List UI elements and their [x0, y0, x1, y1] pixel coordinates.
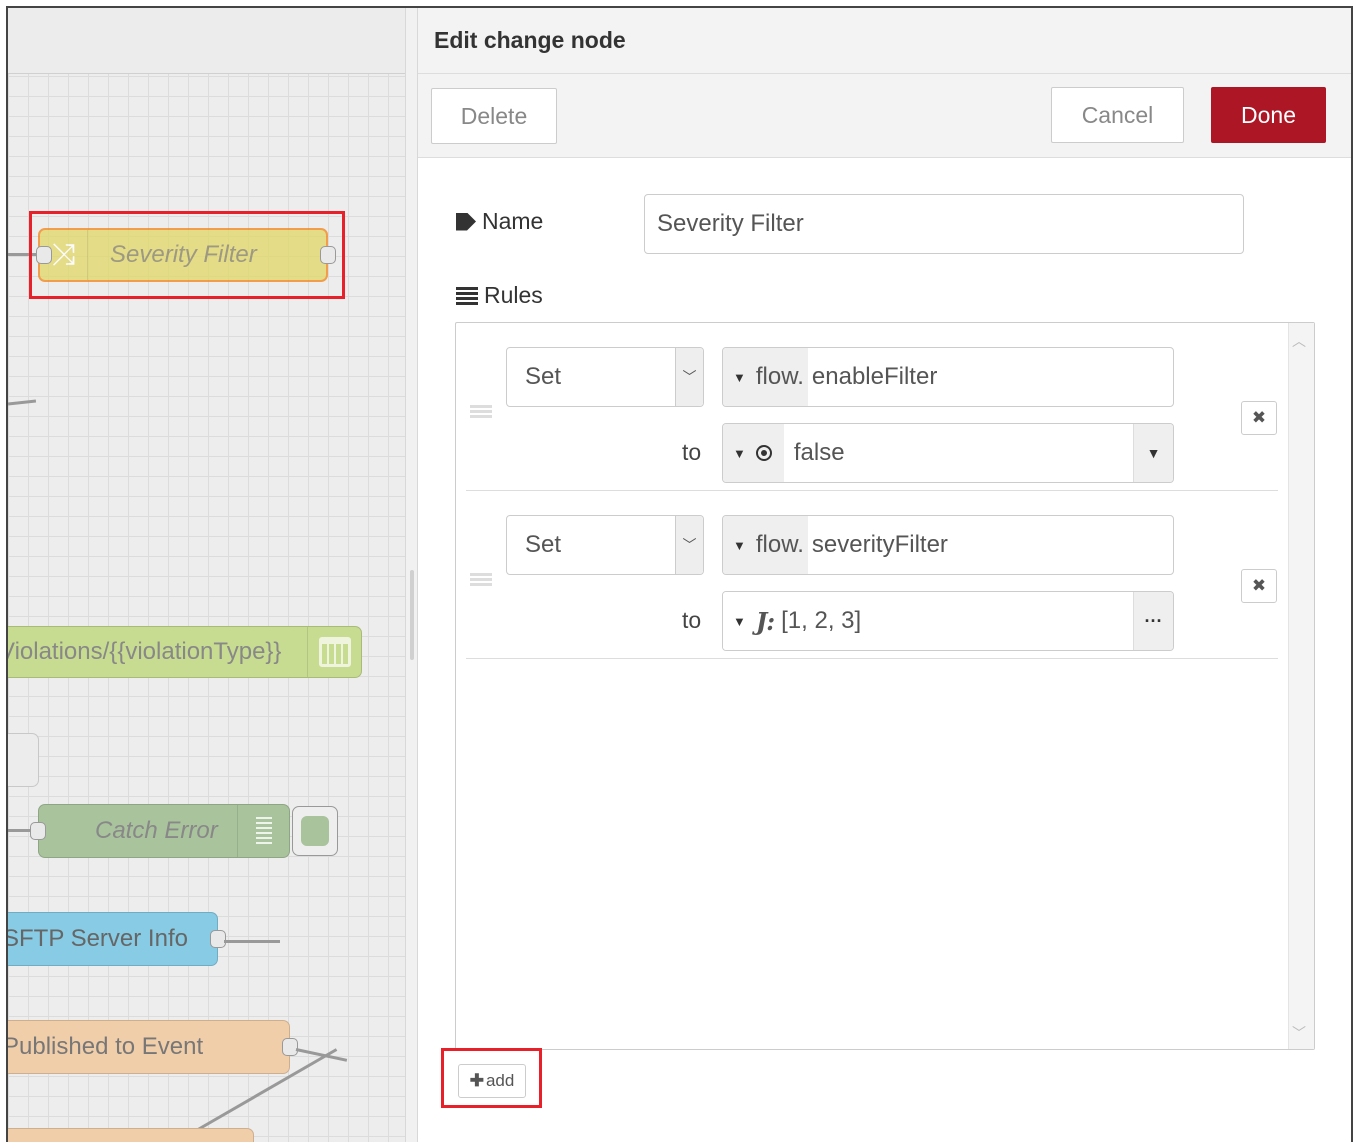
node-label: Catch Error [95, 817, 218, 844]
tray-title: Edit change node [418, 8, 1351, 74]
caret-down-icon: ▼ [733, 445, 746, 461]
node-partial[interactable] [8, 1128, 254, 1142]
target-value: enableFilter [811, 363, 938, 390]
scrollbar[interactable]: ︿ ﹀ [1288, 323, 1314, 1049]
rule-value-input[interactable]: ▼ false ▼ [722, 423, 1174, 483]
tag-icon [456, 212, 476, 231]
calendar-icon [307, 627, 361, 677]
done-button[interactable]: Done [1211, 87, 1326, 143]
name-input[interactable] [644, 194, 1244, 254]
node-label: Published to Event [8, 1033, 204, 1060]
target-value: severityFilter [811, 531, 948, 558]
rules-label: Rules [456, 282, 543, 309]
rule-value: false [793, 439, 845, 466]
tray-toolbar: Delete Cancel Done [418, 74, 1351, 158]
rule-row: Set ﹀ ▼ flow. enableFilter to ▼ false ▼ … [466, 323, 1278, 491]
rule-row: Set ﹀ ▼ flow. severityFilter to ▼ J: [1,… [466, 491, 1278, 659]
output-port[interactable] [210, 930, 226, 948]
canvas-header [8, 8, 405, 74]
divider-handle[interactable] [410, 570, 414, 660]
debug-toggle-button[interactable] [292, 806, 338, 856]
rule-target-input[interactable]: ▼ flow. enableFilter [722, 347, 1174, 407]
rule-value: [1, 2, 3] [781, 607, 862, 634]
caret-down-icon[interactable]: ▼ [1133, 424, 1173, 482]
rule-action-value: Set [525, 531, 562, 558]
list-icon [456, 286, 478, 305]
input-port[interactable] [30, 822, 46, 840]
rule-target-input[interactable]: ▼ flow. severityFilter [722, 515, 1174, 575]
remove-rule-button[interactable]: ✖ [1241, 401, 1277, 435]
rule-value-input[interactable]: ▼ J: [1, 2, 3] ··· [722, 591, 1174, 651]
target-type: flow. [755, 363, 804, 390]
add-label: add [485, 1071, 515, 1090]
edit-tray: Edit change node Delete Cancel Done Name… [418, 8, 1351, 1142]
rules-list[interactable]: Set ﹀ ▼ flow. enableFilter to ▼ false ▼ … [455, 322, 1315, 1050]
to-label: to [682, 439, 702, 465]
rule-action-select[interactable]: Set ﹀ [506, 347, 704, 407]
wire [224, 940, 280, 943]
to-label: to [682, 607, 702, 633]
debug-list-icon [237, 805, 289, 857]
node-violations[interactable]: Violations/{{violationType}} [8, 626, 362, 678]
target-type-select[interactable]: ▼ flow. [723, 516, 808, 574]
editor-window: ⤨ Severity Filter Violations/{{violation… [6, 6, 1353, 1142]
delete-button[interactable]: Delete [431, 88, 557, 144]
caret-down-icon: ▼ [733, 537, 746, 553]
flow-canvas[interactable]: ⤨ Severity Filter Violations/{{violation… [8, 8, 405, 1142]
boolean-icon [755, 445, 772, 461]
rule-action-value: Set [525, 363, 562, 390]
value-type-select[interactable]: ▼ [723, 424, 784, 482]
node-label: SFTP Server Info [8, 925, 188, 952]
drag-handle-icon[interactable] [470, 405, 492, 419]
ellipsis-icon[interactable]: ··· [1133, 592, 1173, 650]
json-icon: J: [755, 606, 776, 636]
caret-down-icon: ▼ [733, 613, 746, 629]
name-label: Name [456, 208, 543, 235]
wire [8, 399, 37, 406]
caret-down-icon: ▼ [733, 369, 746, 385]
tray-body: Name Rules Set ﹀ ▼ [418, 158, 1351, 1142]
rule-action-select[interactable]: Set ﹀ [506, 515, 704, 575]
highlight-box [29, 211, 345, 299]
add-rule-button[interactable]: ✚ add [458, 1064, 526, 1098]
target-type-select[interactable]: ▼ flow. [723, 348, 808, 406]
chevron-down-icon[interactable]: ﹀ [675, 516, 703, 574]
chevron-down-icon[interactable]: ﹀ [675, 348, 703, 406]
node-sftp-server-info[interactable]: SFTP Server Info [8, 912, 218, 966]
chevron-up-icon[interactable]: ︿ [1292, 331, 1306, 351]
target-type: flow. [755, 531, 804, 558]
value-type-select[interactable]: ▼ J: [723, 592, 778, 650]
remove-rule-button[interactable]: ✖ [1241, 569, 1277, 603]
node-partial[interactable] [8, 733, 39, 787]
name-label-text: Name [482, 208, 544, 234]
node-published-to-event[interactable]: Published to Event [8, 1020, 290, 1074]
panel-divider[interactable] [405, 8, 418, 1142]
chevron-down-icon[interactable]: ﹀ [1292, 1023, 1306, 1043]
cancel-button[interactable]: Cancel [1051, 87, 1184, 143]
node-label: Violations/{{violationType}} [8, 638, 282, 665]
rules-label-text: Rules [484, 282, 543, 308]
node-catch-error[interactable]: Catch Error [38, 804, 290, 858]
drag-handle-icon[interactable] [470, 573, 492, 587]
plus-icon: ✚ [469, 1071, 484, 1090]
